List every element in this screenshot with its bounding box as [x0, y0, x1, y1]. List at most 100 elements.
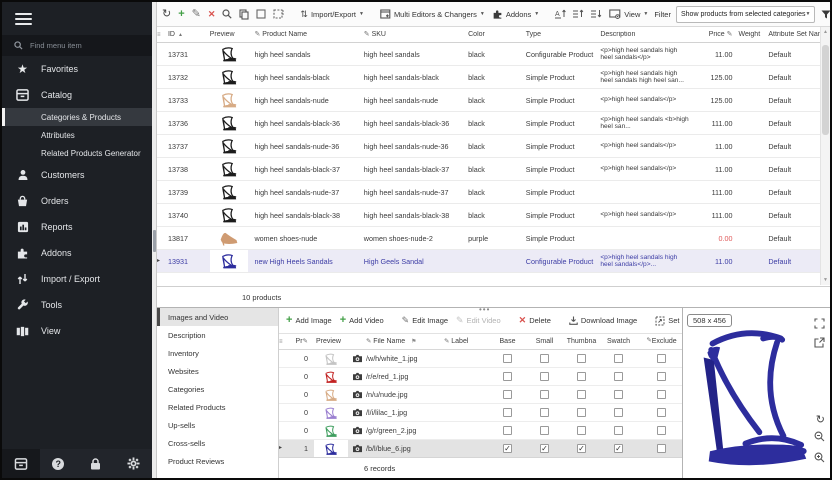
hamburger-menu-icon[interactable] — [2, 2, 152, 35]
product-row[interactable]: 13738 high heel sandals-black-37high hee… — [157, 158, 820, 181]
product-row[interactable]: 13733 high heel sandals-nudehigh heel sa… — [157, 89, 820, 112]
checkbox-small[interactable] — [540, 408, 549, 417]
tab-inventory[interactable]: Inventory — [157, 344, 278, 362]
image-row[interactable]: 0 /w/h/white_1.jpg — [279, 350, 686, 368]
sidebar-item-view[interactable]: View — [2, 318, 152, 344]
checkbox-small[interactable]: ✓ — [540, 444, 549, 453]
col-header-swatch[interactable]: Swatch — [600, 338, 637, 345]
view-button[interactable]: View▼ — [608, 7, 649, 21]
checkbox-swatch[interactable] — [614, 408, 623, 417]
lock-icon[interactable] — [77, 449, 115, 478]
checkbox-swatch[interactable] — [614, 354, 623, 363]
addons-button[interactable]: Addons▼ — [491, 7, 540, 21]
checkbox-base[interactable] — [503, 390, 512, 399]
checkbox-swatch[interactable] — [614, 390, 623, 399]
checkbox-exclude[interactable] — [657, 390, 666, 399]
col-header-product-name[interactable]: ✎ Product Name — [251, 31, 360, 38]
checkbox-base[interactable] — [503, 426, 512, 435]
tab-websites[interactable]: Websites — [157, 362, 278, 380]
col-header-file-name[interactable]: ✎ File Name⚑ — [364, 338, 444, 346]
tab-product-reviews[interactable]: Product Reviews — [157, 452, 278, 470]
checkbox-swatch[interactable] — [614, 426, 623, 435]
copy-icon[interactable] — [238, 7, 250, 22]
checkbox-swatch[interactable] — [614, 372, 623, 381]
checkbox-exclude[interactable] — [657, 354, 666, 363]
checkbox-base[interactable] — [503, 372, 512, 381]
search-icon[interactable] — [221, 7, 233, 21]
delete-image-button[interactable]: ✕Delete — [518, 314, 552, 327]
tab-categories[interactable]: Categories — [157, 380, 278, 398]
sidebar-item-import-export[interactable]: Import / Export — [2, 266, 152, 292]
checkbox-small[interactable] — [540, 354, 549, 363]
edit-video-button[interactable]: ✎Edit Video — [455, 314, 502, 327]
help-icon[interactable]: ? — [40, 449, 78, 478]
add-video-button[interactable]: +Add Video — [339, 313, 385, 328]
sidebar-item-catalog[interactable]: Catalog — [2, 82, 152, 108]
tab-description[interactable]: Description — [157, 326, 278, 344]
col-header-description[interactable]: Description — [597, 31, 691, 39]
col-header-thumbnail[interactable]: Thumbna — [563, 338, 600, 345]
expand-icon[interactable] — [814, 316, 825, 334]
col-header-pr[interactable]: Pr✎ — [287, 338, 312, 346]
checkbox-small[interactable] — [540, 426, 549, 435]
col-header-small[interactable]: Small — [526, 338, 563, 345]
download-image-button[interactable]: Download Image — [568, 314, 638, 327]
filters-button[interactable]: Filters▼ — [820, 8, 832, 21]
sidebar-item-related-products-generator[interactable]: Related Products Generator — [2, 144, 152, 162]
col-header-exclude[interactable]: ✎ Exclude — [637, 338, 686, 345]
zoom-out-icon[interactable] — [814, 429, 825, 447]
sort-desc-icon[interactable] — [590, 7, 603, 21]
image-row[interactable]: 0 /l/i/lilac_1.jpg — [279, 404, 686, 422]
checkbox-exclude[interactable] — [657, 426, 666, 435]
checkbox-small[interactable] — [540, 372, 549, 381]
checkbox-exclude[interactable] — [657, 372, 666, 381]
sidebar-item-orders[interactable]: Orders — [2, 188, 152, 214]
products-grid-scrollbar[interactable]: ▲ ▼ — [820, 27, 830, 285]
add-icon[interactable]: + — [177, 7, 185, 22]
checkbox-swatch[interactable]: ✓ — [614, 444, 623, 453]
add-image-button[interactable]: +Add Image — [285, 313, 333, 328]
checkbox-base[interactable]: ✓ — [503, 444, 512, 453]
image-row[interactable]: 0 /r/e/red_1.jpg — [279, 368, 686, 386]
col-header-price[interactable]: Price ✎ — [692, 31, 736, 38]
search-input[interactable] — [30, 41, 130, 50]
product-row[interactable]: 13817women shoes-nudewomen shoes-nude-2p… — [157, 227, 820, 250]
checkbox-base[interactable] — [503, 408, 512, 417]
delete-icon[interactable]: ✕ — [207, 8, 217, 21]
tab-related-products[interactable]: Related Products — [157, 398, 278, 416]
col-header-label[interactable]: ✎ Label — [444, 338, 489, 346]
sidebar-item-categories-products[interactable]: Categories & Products — [2, 108, 152, 126]
image-row[interactable]: ▸1 /b/l/blue_6.jpg✓✓✓✓ — [279, 440, 686, 457]
image-row[interactable]: 0 /g/r/green_2.jpg — [279, 422, 686, 440]
rotate-icon[interactable]: ↻ — [816, 413, 825, 426]
checkbox-thumbnail[interactable] — [577, 426, 586, 435]
category-filter-select[interactable]: Show products from selected categories▼ — [676, 6, 815, 23]
product-row[interactable]: 13739 high heel sandals-nude-37high heel… — [157, 181, 820, 204]
grid-menu-icon[interactable]: ≡ — [279, 339, 287, 345]
checkbox-thumbnail[interactable] — [577, 408, 586, 417]
tab-cross-sells[interactable]: Cross-sells — [157, 434, 278, 452]
gear-icon[interactable] — [115, 449, 153, 478]
sidebar-item-favorites[interactable]: ★ Favorites — [2, 56, 152, 82]
refresh-icon[interactable]: ↻ — [161, 7, 172, 22]
sidebar-item-addons[interactable]: Addons — [2, 240, 152, 266]
col-header-weight[interactable]: Weight — [735, 31, 765, 38]
product-row[interactable]: 13732 high heel sandals-blackhigh heel s… — [157, 66, 820, 89]
product-row[interactable]: 13737 high heel sandals-nude-36high heel… — [157, 135, 820, 158]
store-icon[interactable] — [2, 449, 40, 478]
col-header-color[interactable]: Color — [465, 31, 523, 38]
product-row[interactable]: 13736 high heel sandals-black-36high hee… — [157, 112, 820, 135]
col-header-attribute-set[interactable]: Attribute Set Name — [765, 31, 820, 38]
edit-icon[interactable]: ✎ — [191, 7, 202, 22]
product-row[interactable]: 13731 high heel sandalshigh heel sandals… — [157, 43, 820, 66]
col-header-preview[interactable]: Preview — [312, 338, 350, 345]
tab-images-and-video[interactable]: Images and Video — [157, 308, 278, 326]
sort-asc-icon[interactable] — [572, 7, 585, 21]
checkbox-base[interactable] — [503, 354, 512, 363]
multi-editors-button[interactable]: Multi Editors & Changers▼ — [379, 7, 486, 21]
sidebar-item-tools[interactable]: Tools — [2, 292, 152, 318]
col-header-preview[interactable]: Preview — [207, 31, 252, 38]
edit-image-button[interactable]: ✎Edit Image — [401, 314, 449, 327]
select-icon[interactable] — [255, 7, 267, 21]
paste-icon[interactable] — [272, 7, 285, 21]
